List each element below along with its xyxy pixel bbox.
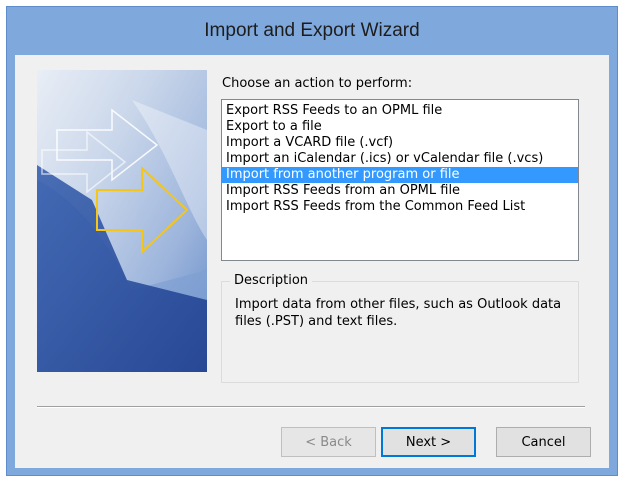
wizard-banner-image <box>37 70 207 372</box>
back-button[interactable]: < Back <box>281 427 376 457</box>
action-prompt-label: Choose an action to perform: <box>222 76 413 91</box>
button-separator <box>37 406 585 408</box>
action-list-item[interactable]: Import RSS Feeds from the Common Feed Li… <box>222 199 578 215</box>
wizard-client-area: Choose an action to perform: Export RSS … <box>15 55 609 468</box>
action-list-item[interactable]: Export to a file <box>222 119 578 135</box>
wizard-window: Import and Export Wizard Choose an actio… <box>6 6 618 476</box>
action-list-item[interactable]: Export RSS Feeds to an OPML file <box>222 103 578 119</box>
action-list-item[interactable]: Import RSS Feeds from an OPML file <box>222 183 578 199</box>
action-list-item[interactable]: Import a VCARD file (.vcf) <box>222 135 578 151</box>
action-list-item[interactable]: Import an iCalendar (.ics) or vCalendar … <box>222 151 578 167</box>
action-listbox[interactable]: Export RSS Feeds to an OPML file Export t… <box>221 99 579 261</box>
next-button[interactable]: Next > <box>381 427 476 457</box>
action-list-item[interactable]: Import from another program or file <box>222 167 578 183</box>
description-legend: Description <box>230 273 313 288</box>
wizard-arrows-graphic <box>37 70 207 372</box>
description-text: Import data from other files, such as Ou… <box>235 297 562 329</box>
window-title: Import and Export Wizard <box>204 20 420 41</box>
cancel-button[interactable]: Cancel <box>496 427 591 457</box>
description-group: Description Import data from other files… <box>221 273 579 383</box>
